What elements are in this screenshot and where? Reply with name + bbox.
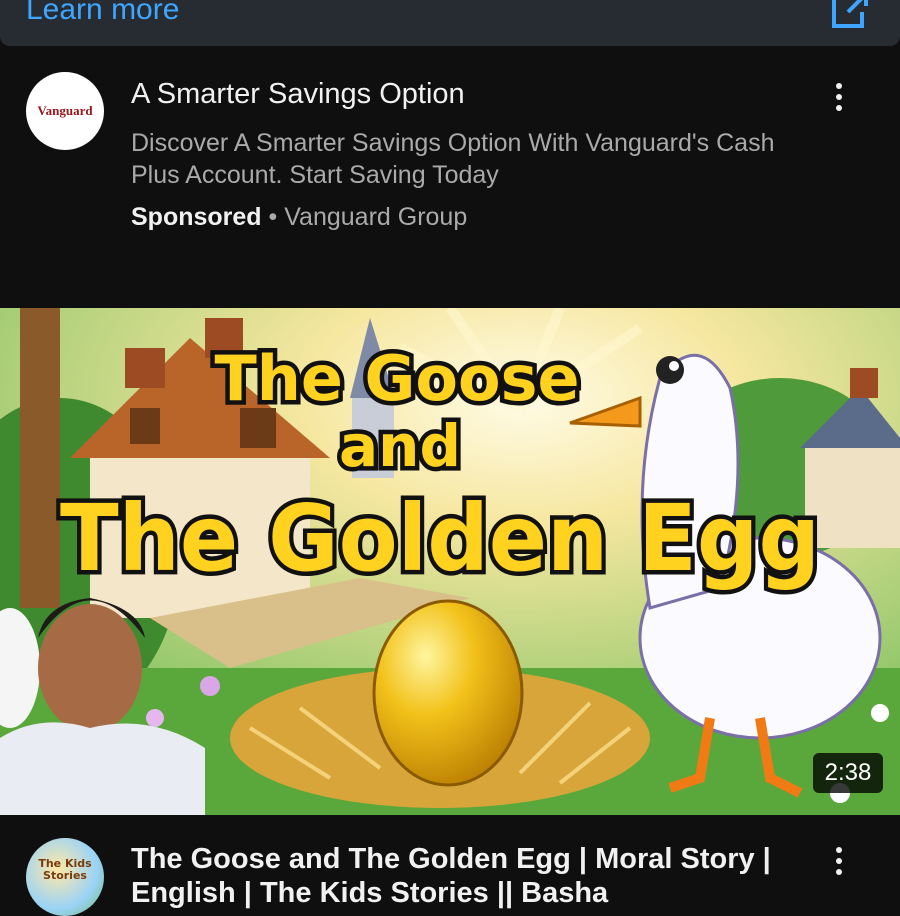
ad-title[interactable]: A Smarter Savings Option [131, 78, 465, 111]
learn-more-link[interactable]: Learn more [26, 0, 179, 30]
video-duration-badge: 2:38 [813, 753, 883, 793]
thumbnail-title-line2: and [339, 412, 461, 480]
thumbnail-title-line3: The Golden Egg [60, 485, 820, 592]
video-thumbnail[interactable]: The Goose and The Golden Egg [0, 308, 900, 815]
more-vert-icon [836, 83, 842, 89]
advertiser-name: Vanguard Group [284, 203, 468, 231]
channel-avatar[interactable]: The Kids Stories [26, 838, 104, 916]
open-external-icon[interactable] [826, 0, 874, 34]
video-more-options-button[interactable] [833, 847, 845, 883]
ad-description[interactable]: Discover A Smarter Savings Option With V… [131, 127, 811, 191]
learn-more-bar[interactable]: Learn more [0, 0, 900, 46]
ad-meta: Sponsored • Vanguard Group [131, 203, 467, 232]
ad-more-options-button[interactable] [833, 83, 845, 119]
thumbnail-illustration: The Goose and The Golden Egg [0, 308, 900, 815]
vanguard-logo: Vanguard [37, 103, 93, 118]
channel-avatar-logo: The Kids Stories [38, 857, 92, 882]
meta-separator: • [261, 203, 285, 231]
thumbnail-title-line1: The Goose [214, 342, 579, 415]
sponsored-badge: Sponsored [131, 203, 262, 231]
advertiser-avatar[interactable]: Vanguard [26, 72, 104, 150]
more-vert-icon [836, 847, 842, 853]
